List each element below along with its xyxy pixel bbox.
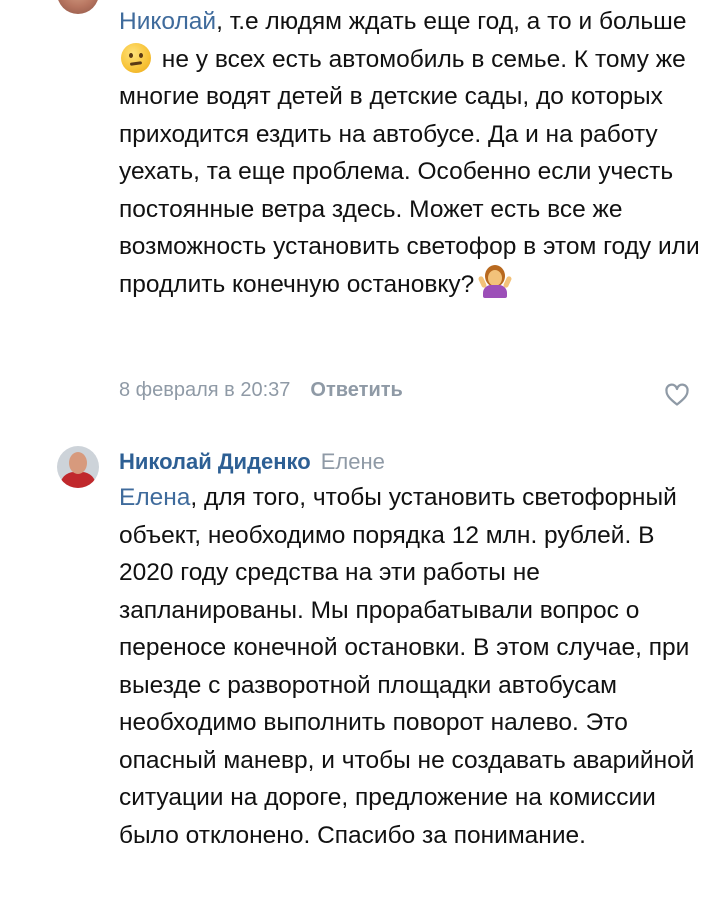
avatar[interactable] — [57, 446, 99, 488]
mention-link[interactable]: Елена — [119, 484, 190, 511]
comment-text-part: не у всех есть автомобиль в семье. К том… — [119, 45, 700, 298]
comment-text: Николай, т.е людям ждать еще год, а то и… — [119, 3, 709, 303]
mention-link[interactable]: Николай — [119, 8, 216, 35]
author-name-link[interactable]: Николай Диденко — [119, 449, 311, 475]
confused-face-icon — [121, 42, 151, 73]
reply-button[interactable]: Ответить — [310, 379, 402, 402]
reply-to-link[interactable]: Елене — [321, 449, 385, 475]
comment-date: 8 февраля в 20:37 — [119, 379, 291, 401]
comment-meta: 8 февраля в 20:37 Ответить — [119, 379, 403, 402]
comment-header: Николай Диденко Елене — [119, 449, 385, 475]
person-shrugging-icon — [477, 268, 513, 298]
heart-outline-icon[interactable] — [664, 383, 690, 407]
comment-text-part: , для того, чтобы установить светофорный… — [119, 484, 695, 849]
comment-text-part: , т.е людям ждать еще год, а то и больше — [216, 8, 687, 35]
avatar[interactable] — [57, 0, 99, 14]
comment-text: Елена, для того, чтобы установить светоф… — [119, 479, 709, 854]
